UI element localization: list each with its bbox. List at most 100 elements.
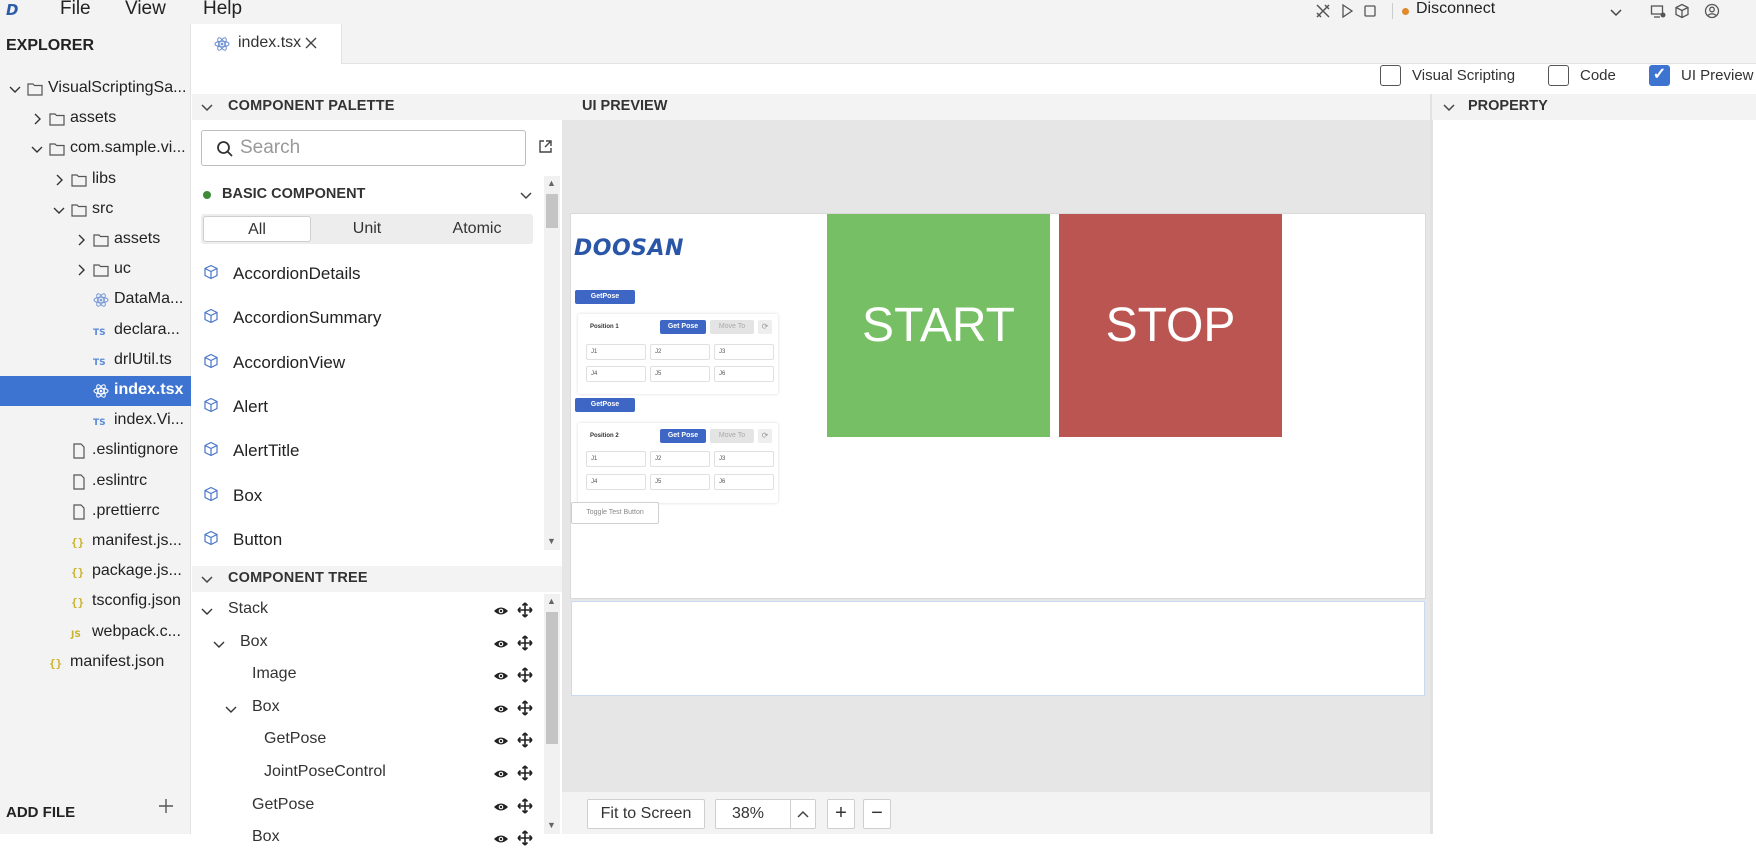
explorer-item[interactable]: TS declara... [0, 316, 191, 346]
chevron-down-icon[interactable] [52, 203, 66, 217]
palette-item[interactable]: AccordionView [201, 347, 521, 383]
getpose-button-1[interactable]: GetPose [575, 290, 635, 304]
tree-node[interactable]: GetPose [192, 790, 537, 822]
toggle-test-button[interactable]: Toggle Test Button [571, 502, 659, 524]
stop-button[interactable]: STOP [1059, 214, 1282, 437]
visibility-icon[interactable] [493, 668, 509, 684]
card-get-pose-button[interactable]: Get Pose [660, 320, 706, 334]
explorer-item[interactable]: .prettierrc [0, 497, 191, 527]
explorer-item[interactable]: {} manifest.json [0, 648, 191, 678]
zoom-level-input[interactable]: 38% [715, 799, 790, 829]
explorer-item[interactable]: JS webpack.c... [0, 618, 191, 648]
card-move-to-button[interactable]: Move To [710, 320, 754, 334]
chevron-down-icon[interactable] [519, 188, 533, 202]
palette-item[interactable]: AccordionDetails [201, 258, 521, 294]
filter-unit[interactable]: Unit [313, 216, 421, 242]
explorer-item[interactable]: uc [0, 255, 191, 285]
palette-item[interactable]: Alert [201, 391, 521, 427]
explorer-item[interactable]: VisualScriptingSa... [0, 74, 191, 104]
joint-field[interactable]: J6 [714, 474, 774, 490]
card-get-pose-button[interactable]: Get Pose [660, 429, 706, 443]
visibility-icon[interactable] [493, 701, 509, 717]
start-button[interactable]: START [827, 214, 1050, 437]
chevron-down-icon[interactable] [200, 604, 214, 618]
chevron-right-icon[interactable] [30, 112, 44, 126]
refresh-icon[interactable]: ⟳ [758, 429, 772, 443]
chevron-down-icon[interactable] [30, 142, 44, 156]
run-icon[interactable] [1339, 3, 1355, 19]
tab-index-tsx[interactable]: index.tsx [192, 24, 342, 64]
zoom-in-button[interactable]: + [827, 799, 855, 829]
palette-item[interactable]: Box [201, 480, 521, 516]
explorer-item[interactable]: .eslintrc [0, 467, 191, 497]
zoom-dropdown-button[interactable] [790, 799, 816, 829]
tree-node[interactable]: Box [192, 822, 537, 854]
joint-field[interactable]: J4 [586, 366, 646, 382]
move-icon[interactable] [517, 732, 533, 748]
joint-field[interactable]: J3 [714, 344, 774, 360]
menu-help[interactable]: Help [203, 0, 242, 18]
visibility-icon[interactable] [493, 733, 509, 749]
account-icon[interactable] [1704, 3, 1720, 19]
tree-node[interactable]: JointPoseControl [192, 757, 537, 789]
joint-field[interactable]: J5 [650, 366, 710, 382]
move-icon[interactable] [517, 700, 533, 716]
explorer-item[interactable]: libs [0, 165, 191, 195]
explorer-item[interactable]: .eslintignore [0, 436, 191, 466]
explorer-item[interactable]: index.tsx [0, 376, 191, 406]
getpose-button-2[interactable]: GetPose [575, 398, 635, 412]
move-icon[interactable] [517, 830, 533, 846]
package-icon[interactable] [1674, 3, 1690, 19]
tree-scrollbar[interactable]: ▲ ▼ [544, 594, 560, 834]
chevron-down-icon[interactable] [224, 702, 238, 716]
move-icon[interactable] [517, 798, 533, 814]
explorer-item[interactable]: assets [0, 104, 191, 134]
fit-to-screen-button[interactable]: Fit to Screen [587, 799, 705, 829]
palette-search-input[interactable] [240, 136, 510, 160]
move-icon[interactable] [517, 667, 533, 683]
palette-scrollbar[interactable]: ▲ ▼ [544, 176, 560, 550]
joint-field[interactable]: J1 [586, 344, 646, 360]
tree-node[interactable]: GetPose [192, 724, 537, 756]
chevron-right-icon[interactable] [74, 233, 88, 247]
palette-item[interactable]: AccordionSummary [201, 302, 521, 338]
component-palette-header[interactable]: COMPONENT PALETTE [192, 94, 562, 120]
chevron-right-icon[interactable] [52, 173, 66, 187]
joint-field[interactable]: J2 [650, 451, 710, 467]
tree-node[interactable]: Box [192, 627, 537, 659]
filter-atomic[interactable]: Atomic [423, 216, 531, 242]
connection-select[interactable]: Disconnect [1416, 0, 1495, 18]
explorer-item[interactable]: {} manifest.js... [0, 527, 191, 557]
joint-field[interactable]: J2 [650, 344, 710, 360]
filter-all[interactable]: All [203, 216, 311, 242]
joint-field[interactable]: J5 [650, 474, 710, 490]
visibility-icon[interactable] [493, 799, 509, 815]
stop-icon[interactable] [1362, 3, 1378, 19]
device-icon[interactable] [1650, 3, 1666, 19]
palette-item[interactable]: AlertTitle [201, 435, 521, 471]
visual-scripting-checkbox[interactable] [1380, 65, 1401, 86]
visibility-icon[interactable] [493, 766, 509, 782]
explorer-item[interactable]: com.sample.vi... [0, 134, 191, 164]
visibility-icon[interactable] [493, 636, 509, 652]
move-icon[interactable] [517, 635, 533, 651]
explorer-item[interactable]: src [0, 195, 191, 225]
explorer-item[interactable]: {} package.js... [0, 557, 191, 587]
visibility-icon[interactable] [493, 603, 509, 619]
ui-preview-checkbox[interactable]: ✓ [1649, 65, 1670, 86]
code-checkbox[interactable] [1548, 65, 1569, 86]
component-tree-header[interactable]: COMPONENT TREE [192, 566, 562, 592]
menu-file[interactable]: File [60, 0, 91, 18]
external-link-icon[interactable] [538, 139, 553, 154]
explorer-item[interactable]: DataMa... [0, 285, 191, 315]
chevron-down-icon[interactable] [1609, 5, 1623, 19]
move-icon[interactable] [517, 765, 533, 781]
refresh-icon[interactable]: ⟳ [758, 320, 772, 334]
chevron-right-icon[interactable] [74, 263, 88, 277]
joint-field[interactable]: J6 [714, 366, 774, 382]
joint-field[interactable]: J3 [714, 451, 774, 467]
zoom-out-button[interactable]: − [863, 799, 891, 829]
joint-field[interactable]: J1 [586, 451, 646, 467]
add-file-button[interactable] [158, 798, 174, 814]
explorer-item[interactable]: assets [0, 225, 191, 255]
